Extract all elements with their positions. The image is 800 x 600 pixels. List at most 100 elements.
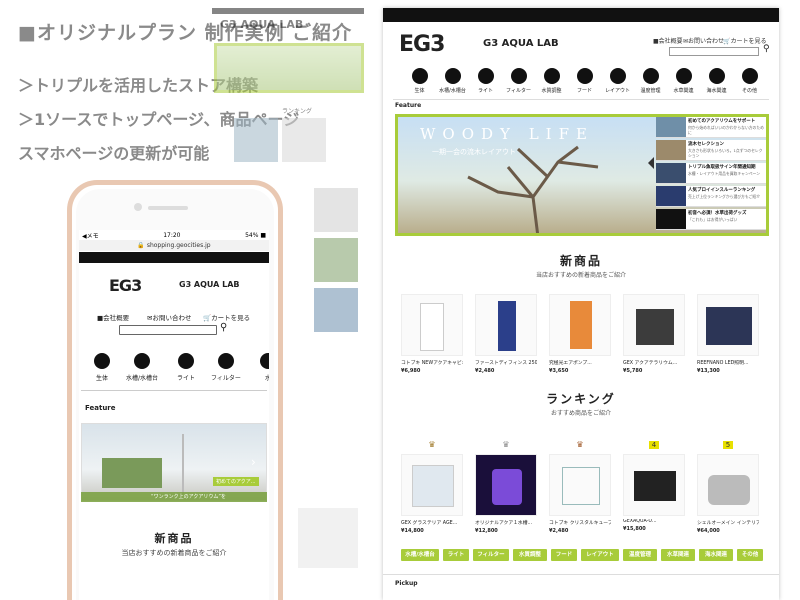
carousel-prev-icon[interactable] <box>648 157 654 169</box>
clownfish-icon <box>708 68 725 84</box>
aquarium-image <box>102 458 162 488</box>
category-chip[interactable]: 温度管理 <box>623 549 657 561</box>
pickup-label: Pickup <box>395 580 418 587</box>
category-item[interactable]: レイアウト <box>601 68 634 94</box>
driftwood-icon <box>609 68 626 84</box>
brand-name: G3 AQUA LAB <box>483 38 559 49</box>
side-banner[interactable]: 初めてのアクアリウムをサポート 何から始めればいいのかわからない方のために <box>656 117 766 138</box>
category-item[interactable]: ライト <box>169 353 203 382</box>
company-link[interactable]: ■会社概要 <box>653 36 683 45</box>
company-link[interactable]: ■会社概要 <box>97 312 129 322</box>
status-bar: ◀メモ 17:20 54% ■ <box>79 230 269 240</box>
ranking-card[interactable]: オリジナルアクア１水槽... ¥12,800 <box>475 454 537 534</box>
product-card[interactable]: GEX アクアテラリウム... ¥5,780 <box>623 294 685 374</box>
category-chip[interactable]: 水草関連 <box>661 549 695 561</box>
category-chip[interactable]: ライト <box>443 549 469 561</box>
divider <box>383 574 779 575</box>
category-item[interactable]: 海水関連 <box>700 68 733 94</box>
new-products-title: 新商品 <box>154 532 194 545</box>
filter-icon <box>218 353 234 369</box>
site-logo[interactable]: EG3 <box>399 32 445 57</box>
bullet-3: スマホページの更新が可能 <box>18 144 210 163</box>
category-item[interactable]: 水草関連 <box>667 68 700 94</box>
side-banner[interactable]: 初音へ必須！水草出荷グッズ 「これも」はお得がいっぱい <box>656 209 766 230</box>
top-bar <box>383 8 779 22</box>
desktop-site-preview: EG3 G3 AQUA LAB ■会社概要 ✉お問い合わせ 🛒カートを見る ⚲ … <box>383 8 779 600</box>
category-item[interactable]: 温度管理 <box>634 68 667 94</box>
search-icon[interactable]: ⚲ <box>763 44 770 54</box>
product-card[interactable]: ファーストディフィンス 250ml...¥2,480 <box>475 294 537 374</box>
new-products-subtitle: 当店おすすめの新着商品をご紹介 <box>121 549 227 557</box>
category-item[interactable]: 水槽/水槽台 <box>436 68 469 94</box>
product-card[interactable]: REEFNANO LED照明... ¥13,300 <box>697 294 759 374</box>
category-chip[interactable]: フィルター <box>473 549 509 561</box>
search-icon[interactable]: ⚲ <box>220 322 227 333</box>
feature-banner[interactable]: WOODY LIFE 一期一会の流木レイアウト 初めてのアクアリウムをサポート何… <box>395 114 769 236</box>
category-item[interactable]: 生体 <box>85 353 119 382</box>
product-card[interactable]: 究極光エアポンプ... ¥3,650 <box>549 294 611 374</box>
side-banner[interactable]: 流木セレクション 大きさも形状もいろいろ。1点ずつのセレクション <box>656 140 766 161</box>
url-bar[interactable]: 🔒 shopping.geocities.jp <box>79 240 269 251</box>
category-item[interactable]: 水槽/水槽台 <box>125 353 159 382</box>
category-chip[interactable]: 海水関連 <box>699 549 733 561</box>
feature-banner[interactable] <box>81 423 267 501</box>
bulb-icon <box>178 353 194 369</box>
category-item[interactable]: 生体 <box>403 68 436 94</box>
food-icon <box>576 68 593 84</box>
contact-link[interactable]: ✉お問い合わせ <box>147 312 191 322</box>
category-item[interactable]: ライト <box>469 68 502 94</box>
rank-2-icon: ♛ <box>502 440 510 449</box>
category-item[interactable]: フィルター <box>502 68 535 94</box>
side-banner[interactable]: 人気ブロイインスルーランキング 売上げ上位ランキングから選び方もご紹介 <box>656 186 766 207</box>
ranking-card[interactable]: コトブキ クリスタルキューブ... ¥2,480 <box>549 454 611 534</box>
rank-1-icon: ♛ <box>428 440 436 449</box>
category-chip[interactable]: 水質調整 <box>513 549 547 561</box>
rank-4-badge: 4 <box>623 440 685 449</box>
status-battery: 54% ■ <box>245 231 266 239</box>
category-item[interactable]: フィルター <box>209 353 243 382</box>
category-chip[interactable]: フード <box>551 549 577 561</box>
fish-icon <box>411 68 428 84</box>
side-banner[interactable]: トリプル魚取扱サイン年間通知期 水槽・レイアウト用品を買取キャンペーン <box>656 163 766 184</box>
category-item[interactable]: 水質調整 <box>535 68 568 94</box>
water-drop-icon <box>543 68 560 84</box>
feature-label: Feature <box>395 102 422 109</box>
new-products-subtitle: 当店おすすめの新着商品をご紹介 <box>535 272 626 279</box>
misc-icon <box>741 68 758 84</box>
chevron-right-icon[interactable]: › <box>251 455 256 469</box>
brand-name: G3 AQUA LAB <box>179 280 240 289</box>
status-time: 17:20 <box>163 231 181 239</box>
ranking-card[interactable]: シェルオーメイン インテリア水槽...¥64,000 <box>697 454 759 534</box>
product-card[interactable]: コトブキ NEWアクアキャビネット¥6,980 <box>401 294 463 374</box>
contact-link[interactable]: ✉お問い合わせ <box>683 36 724 45</box>
category-item[interactable]: 水 <box>251 353 269 382</box>
bulb-icon <box>477 68 494 84</box>
rank-3-icon: ♛ <box>576 440 584 449</box>
ranking-subtitle: おすすめ商品をご紹介 <box>550 410 611 417</box>
lock-icon: 🔒 <box>137 242 145 249</box>
tank-icon <box>134 353 150 369</box>
site-logo[interactable]: EG3 <box>109 276 142 295</box>
category-item[interactable]: その他 <box>733 68 766 94</box>
rank-5-badge: 5 <box>697 440 759 449</box>
mid-thumb <box>314 238 358 282</box>
tank-icon <box>444 68 461 84</box>
window-frame <box>182 434 184 494</box>
category-chip[interactable]: レイアウト <box>581 549 619 561</box>
hero-tag: 初めてのアクア... <box>213 477 259 486</box>
mid-thumb <box>282 118 326 162</box>
smartphone-screen: ◀メモ 17:20 54% ■ 🔒 shopping.geocities.jp … <box>79 230 269 600</box>
category-chip[interactable]: その他 <box>737 549 763 561</box>
divider <box>393 99 769 100</box>
mid-thumb <box>314 288 358 332</box>
search-input[interactable] <box>119 325 217 335</box>
category-chip[interactable]: 水槽/水槽台 <box>401 549 439 561</box>
cart-link[interactable]: 🛒カートを見る <box>723 36 766 45</box>
filter-icon <box>510 68 527 84</box>
ranking-card[interactable]: GEX グラステリア AGE... ¥14,800 <box>401 454 463 534</box>
cart-link[interactable]: 🛒カートを見る <box>203 312 250 322</box>
new-products-title: 新商品 <box>559 254 602 268</box>
category-item[interactable]: フード <box>568 68 601 94</box>
search-input[interactable] <box>669 47 759 56</box>
ranking-card[interactable]: GEXAQUA-U... ¥15,800 <box>623 454 685 532</box>
